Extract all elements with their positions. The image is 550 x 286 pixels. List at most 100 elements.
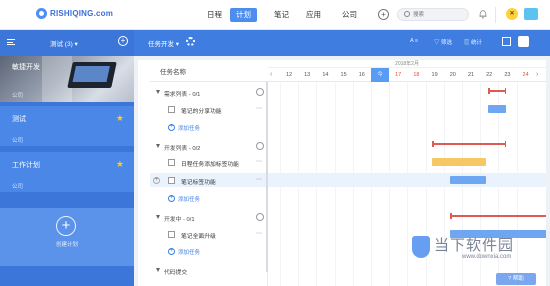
row-highlight (268, 173, 546, 187)
task-checkbox[interactable] (168, 159, 175, 166)
project-card-agile[interactable]: 敏捷开发 公司 (0, 56, 134, 102)
search-box[interactable] (397, 8, 469, 21)
nav-tab-plan[interactable]: 计划 (230, 8, 257, 22)
gantt-day: 13 (304, 72, 311, 78)
task-title: 笔记全面升级 (181, 234, 216, 240)
add-task-button[interactable]: + 添加任务 (168, 193, 268, 205)
menu-icon[interactable] (7, 39, 15, 45)
gear-icon[interactable] (186, 37, 195, 46)
laptop-image (67, 62, 117, 88)
project-title: 工作计划 (12, 162, 40, 169)
gantt-day: 23 (504, 72, 511, 78)
add-task-button[interactable]: + 添加任务 (168, 122, 268, 134)
list-menu-icon[interactable] (256, 142, 264, 150)
prev-period-button[interactable]: ‹ (270, 70, 278, 80)
task-checkbox[interactable] (168, 106, 175, 113)
list-menu-icon[interactable] (256, 213, 264, 221)
collapse-icon[interactable] (156, 144, 160, 148)
task-checkbox[interactable] (168, 231, 175, 238)
app-switcher-icon[interactable]: ✕ (506, 8, 518, 20)
task-span-line[interactable] (450, 213, 546, 218)
task-list-header[interactable]: 代码提交 (150, 264, 268, 278)
collapse-icon[interactable] (156, 215, 160, 219)
project-team: 公司 (12, 93, 24, 99)
task-bar[interactable] (488, 105, 506, 113)
add-task-icon: + (168, 248, 175, 255)
project-team: 公司 (12, 184, 24, 190)
avatar[interactable] (524, 8, 538, 20)
more-icon[interactable]: ⋯ (256, 158, 262, 165)
watermark: 当下软件园 www.downxia.com (412, 232, 544, 272)
nav-tab-company[interactable]: 公司 (336, 8, 363, 22)
help-button[interactable]: ? 帮助 (496, 273, 536, 285)
project-sidebar: 测试 (3) ▾ + 敏捷开发 公司 测试 ★ 公司 工作计划 ★ 公司 + 创… (0, 30, 134, 286)
task-row[interactable]: 笔记全面升级 ⋯ (150, 228, 268, 242)
add-project-icon[interactable]: + (118, 36, 128, 46)
bell-icon[interactable] (479, 9, 487, 19)
project-card-work-plan[interactable]: 工作计划 ★ 公司 (0, 152, 134, 192)
add-task-button[interactable]: + 添加任务 (168, 246, 268, 258)
collapse-icon[interactable] (156, 90, 160, 94)
watermark-logo (412, 236, 430, 258)
list-view-icon[interactable] (502, 37, 511, 46)
divider (495, 7, 496, 23)
star-icon[interactable]: ★ (116, 159, 124, 170)
filter-button[interactable]: ▽ 筛选 (434, 38, 452, 46)
nav-tab-schedule[interactable]: 日程 (201, 8, 228, 22)
project-card-test[interactable]: 测试 ★ 公司 (0, 106, 134, 146)
list-menu-icon[interactable] (256, 88, 264, 96)
add-task-label: 添加任务 (178, 126, 201, 132)
stats-button[interactable]: ▥ 统计 (464, 38, 482, 46)
search-input[interactable] (413, 9, 465, 20)
task-row[interactable]: 日程任务添加标签功能 ⋯ (150, 156, 268, 170)
add-task-icon: + (168, 124, 175, 131)
gantt-today-marker: 今 (371, 68, 389, 82)
task-list-name: 开发中 - 0/1 (164, 217, 195, 223)
more-icon[interactable]: ⋯ (256, 230, 262, 237)
add-task-label: 添加任务 (178, 250, 201, 256)
nav-tab-notes[interactable]: 笔记 (268, 8, 295, 22)
task-list-header[interactable]: 需求列表 - 0/1 (150, 86, 268, 100)
team-selector[interactable]: 测试 (3) ▾ (50, 38, 78, 48)
nav-tab-apps[interactable]: 应用 (300, 8, 327, 22)
task-list-header[interactable]: 开发中 - 0/1 (150, 211, 268, 225)
view-selector[interactable]: 任务开发 ▾ (148, 38, 179, 48)
task-row[interactable]: 笔记的分享功能 ⋯ (150, 103, 268, 117)
add-task-icon: + (168, 195, 175, 202)
task-list-header[interactable]: 开发列表 - 0/2 (150, 140, 268, 154)
add-icon[interactable]: + (378, 9, 389, 20)
create-plan-card[interactable]: + 创建计划 (0, 208, 134, 266)
create-plan-label: 创建计划 (55, 242, 78, 248)
task-bar[interactable] (450, 176, 486, 184)
logo-text[interactable]: RISHIQING.com (50, 9, 113, 18)
task-list-name: 代码提交 (164, 270, 188, 276)
task-title: 笔记的分享功能 (181, 109, 222, 115)
task-bar[interactable] (432, 158, 486, 166)
task-title: 笔记标签功能 (181, 180, 216, 186)
more-icon[interactable]: ⋯ (256, 105, 262, 112)
gantt-day: 22 (486, 72, 493, 78)
watermark-text: 当下软件园 (434, 237, 515, 254)
star-icon[interactable]: ★ (116, 113, 124, 124)
project-title: 测试 (12, 116, 26, 123)
gantt-day: 21 (467, 72, 475, 78)
task-row[interactable]: + 笔记标签功能 ⋯ (150, 174, 268, 188)
task-title: 日程任务添加标签功能 (181, 162, 239, 168)
project-title: 敏捷开发 (12, 64, 40, 71)
task-list-name: 开发列表 - 0/2 (164, 146, 201, 152)
gantt-view-icon[interactable] (518, 36, 529, 47)
gantt-day-header: 12 13 14 15 16 今 17 18 19 20 21 22 23 24 (268, 68, 546, 82)
more-icon[interactable]: ⋯ (256, 176, 262, 183)
task-column-header: 任务名称 (150, 60, 268, 82)
task-checkbox[interactable] (168, 177, 175, 184)
gantt-day: 19 (431, 72, 438, 78)
next-period-button[interactable]: › (536, 70, 544, 80)
expand-icon[interactable]: + (153, 177, 160, 184)
task-span-line[interactable] (488, 88, 506, 93)
task-span-line[interactable] (432, 141, 506, 146)
watermark-domain: www.downxia.com (462, 254, 512, 260)
cover-photo (42, 56, 72, 102)
gantt-day: 24 (522, 72, 529, 78)
collapse-icon[interactable] (156, 268, 160, 272)
sort-button[interactable]: A ≡ (410, 38, 418, 44)
